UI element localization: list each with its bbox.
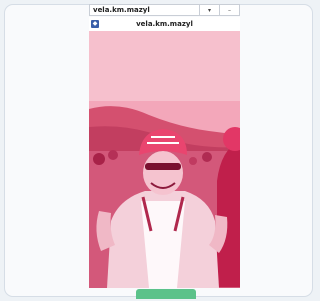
close-icon[interactable]: –: [219, 5, 239, 15]
photo-sunglasses: [145, 163, 181, 170]
photo-sky-top: [89, 31, 240, 101]
app-logo-icon[interactable]: ◆: [91, 20, 99, 28]
tab-title[interactable]: vela.km.mazyl: [90, 6, 199, 14]
browser-tab-bar: vela.km.mazyl ▾ –: [89, 4, 240, 16]
primary-action-button[interactable]: [136, 289, 196, 299]
app-header: ◆ vela.km.mazyl: [89, 17, 240, 31]
chevron-down-icon[interactable]: ▾: [199, 5, 219, 15]
hero-photo: [89, 31, 240, 288]
cyclist-photo: [89, 31, 240, 288]
app-title: vela.km.mazyl: [136, 20, 193, 28]
